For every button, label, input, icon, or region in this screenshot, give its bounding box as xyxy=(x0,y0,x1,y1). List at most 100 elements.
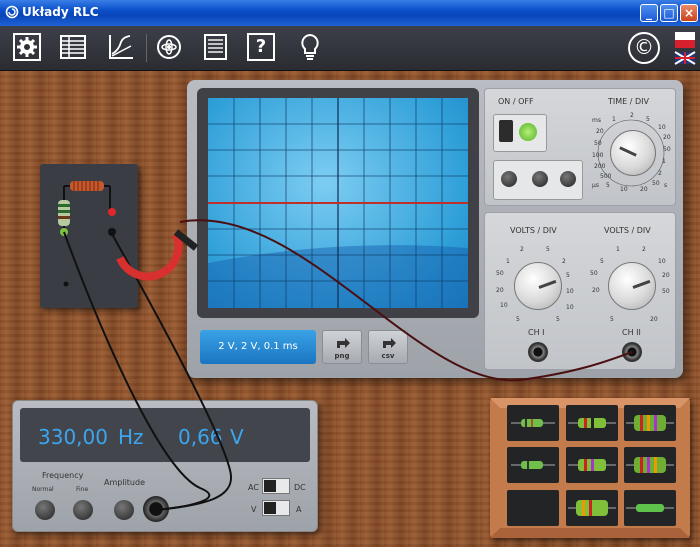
volts-tick: 5 xyxy=(600,258,604,265)
copyright-icon[interactable]: © xyxy=(628,32,660,64)
time-tick: 20 xyxy=(596,128,604,135)
toolbar-divider xyxy=(146,34,147,62)
time-div-knob[interactable] xyxy=(610,130,656,176)
export-png-label: png xyxy=(334,352,350,360)
oscilloscope-readout: 2 V, 2 V, 0.1 ms xyxy=(200,330,316,364)
on-off-label: ON / OFF xyxy=(498,97,534,106)
v-label: V xyxy=(251,505,257,514)
frequency-fine-knob[interactable] xyxy=(73,500,93,520)
normal-label: Normal xyxy=(32,486,54,493)
export-icon xyxy=(383,338,396,348)
time-tick: 1 xyxy=(662,158,666,165)
volts-tick: 5 xyxy=(546,246,550,253)
a-label: A xyxy=(296,505,302,514)
amplitude-knob[interactable] xyxy=(114,500,134,520)
frequency-normal-knob[interactable] xyxy=(35,500,55,520)
volts-tick: 2 xyxy=(520,246,524,253)
gear-icon[interactable] xyxy=(12,32,42,62)
volts-tick: 5 xyxy=(556,316,560,323)
circuit-wiring xyxy=(58,181,116,287)
time-tick: 200 xyxy=(594,163,606,170)
app-window: Układy RLC _ □ × ? © 2 V, 2 V, 0.1 ms pn… xyxy=(0,0,700,547)
help-icon[interactable]: ? xyxy=(247,33,275,61)
volts-tick: 5 xyxy=(516,316,520,323)
volts-tick: 5 xyxy=(610,316,614,323)
component-slot[interactable] xyxy=(624,490,676,526)
component-slot-empty[interactable] xyxy=(507,490,559,526)
time-tick: 50 xyxy=(652,180,660,187)
time-tick: 500 xyxy=(600,173,612,180)
volts-div-label-ch1: VOLTS / DIV xyxy=(510,226,557,235)
ac-dc-switch[interactable] xyxy=(262,478,290,494)
component-slot[interactable] xyxy=(507,405,559,441)
vertical-position-knob-2[interactable] xyxy=(532,171,548,187)
volts-tick: 10 xyxy=(566,288,574,295)
volts-tick: 10 xyxy=(500,302,508,309)
volts-tick: 5 xyxy=(566,272,570,279)
power-indicator-icon xyxy=(519,123,537,141)
app-icon xyxy=(5,5,19,19)
time-tick: 2 xyxy=(630,112,634,119)
volts-tick: 20 xyxy=(650,316,658,323)
time-tick: 10 xyxy=(620,186,628,193)
export-icon xyxy=(337,338,350,348)
vertical-position-knob[interactable] xyxy=(501,171,517,187)
bulb-icon[interactable] xyxy=(295,32,325,62)
fine-label: Fine xyxy=(76,486,89,493)
power-switch[interactable] xyxy=(499,120,513,142)
table-icon[interactable] xyxy=(58,32,88,62)
frequency-label: Frequency xyxy=(42,471,84,480)
maximize-button[interactable]: □ xyxy=(660,4,678,22)
export-csv-label: csv xyxy=(381,352,395,360)
ch1-volts-knob[interactable] xyxy=(514,262,562,310)
oscilloscope-screen xyxy=(208,98,468,308)
ch1-input-connector[interactable] xyxy=(528,342,548,362)
time-tick: 100 xyxy=(592,152,604,159)
volts-tick: 50 xyxy=(496,270,504,277)
time-tick: 50 xyxy=(594,140,602,147)
ac-label: AC xyxy=(248,483,259,492)
volts-tick: 20 xyxy=(496,287,504,294)
component-slot[interactable] xyxy=(624,447,676,483)
flag-icon[interactable] xyxy=(674,30,696,66)
toolbar: ? © xyxy=(0,26,700,71)
component-slot[interactable] xyxy=(507,447,559,483)
volts-div-label-ch2: VOLTS / DIV xyxy=(604,226,651,235)
volts-tick: 20 xyxy=(592,287,600,294)
volts-tick: 2 xyxy=(562,258,566,265)
export-csv-button[interactable]: csv xyxy=(368,330,408,364)
component-slot[interactable] xyxy=(624,405,676,441)
close-button[interactable]: × xyxy=(680,4,698,22)
volts-tick: 10 xyxy=(658,258,666,265)
graph-icon[interactable] xyxy=(105,32,135,62)
time-div-label: TIME / DIV xyxy=(608,97,649,106)
volts-tick: 10 xyxy=(566,304,574,311)
screen-grid xyxy=(208,98,468,308)
ch2-volts-knob[interactable] xyxy=(608,262,656,310)
document-icon[interactable] xyxy=(200,32,230,62)
time-unit-us: µs xyxy=(592,182,599,189)
frequency-value: 330,00 xyxy=(38,425,108,449)
time-unit-s: s xyxy=(664,182,668,189)
ch2-label: CH II xyxy=(622,328,641,337)
generator-output-connector[interactable] xyxy=(143,496,169,522)
window-title: Układy RLC xyxy=(22,5,99,19)
ch2-input-connector[interactable] xyxy=(622,342,642,362)
minimize-button[interactable]: _ xyxy=(640,4,658,22)
component-slot[interactable] xyxy=(566,490,618,526)
atom-icon[interactable] xyxy=(154,32,184,62)
component-slot[interactable] xyxy=(566,405,618,441)
ch1-label: CH I xyxy=(528,328,545,337)
horizontal-position-knob[interactable] xyxy=(560,171,576,187)
title-bar: Układy RLC _ □ × xyxy=(0,0,700,26)
time-unit-ms: ms xyxy=(592,117,601,124)
volts-tick: 20 xyxy=(662,272,670,279)
time-tick: 2 xyxy=(658,170,662,177)
voltage-value: 0,66 xyxy=(178,425,223,449)
time-tick: 1 xyxy=(612,116,616,123)
component-slot[interactable] xyxy=(566,447,618,483)
amplitude-label: Amplitude xyxy=(104,478,145,487)
export-png-button[interactable]: png xyxy=(322,330,362,364)
time-tick: 20 xyxy=(663,134,671,141)
v-a-switch[interactable] xyxy=(262,500,290,516)
